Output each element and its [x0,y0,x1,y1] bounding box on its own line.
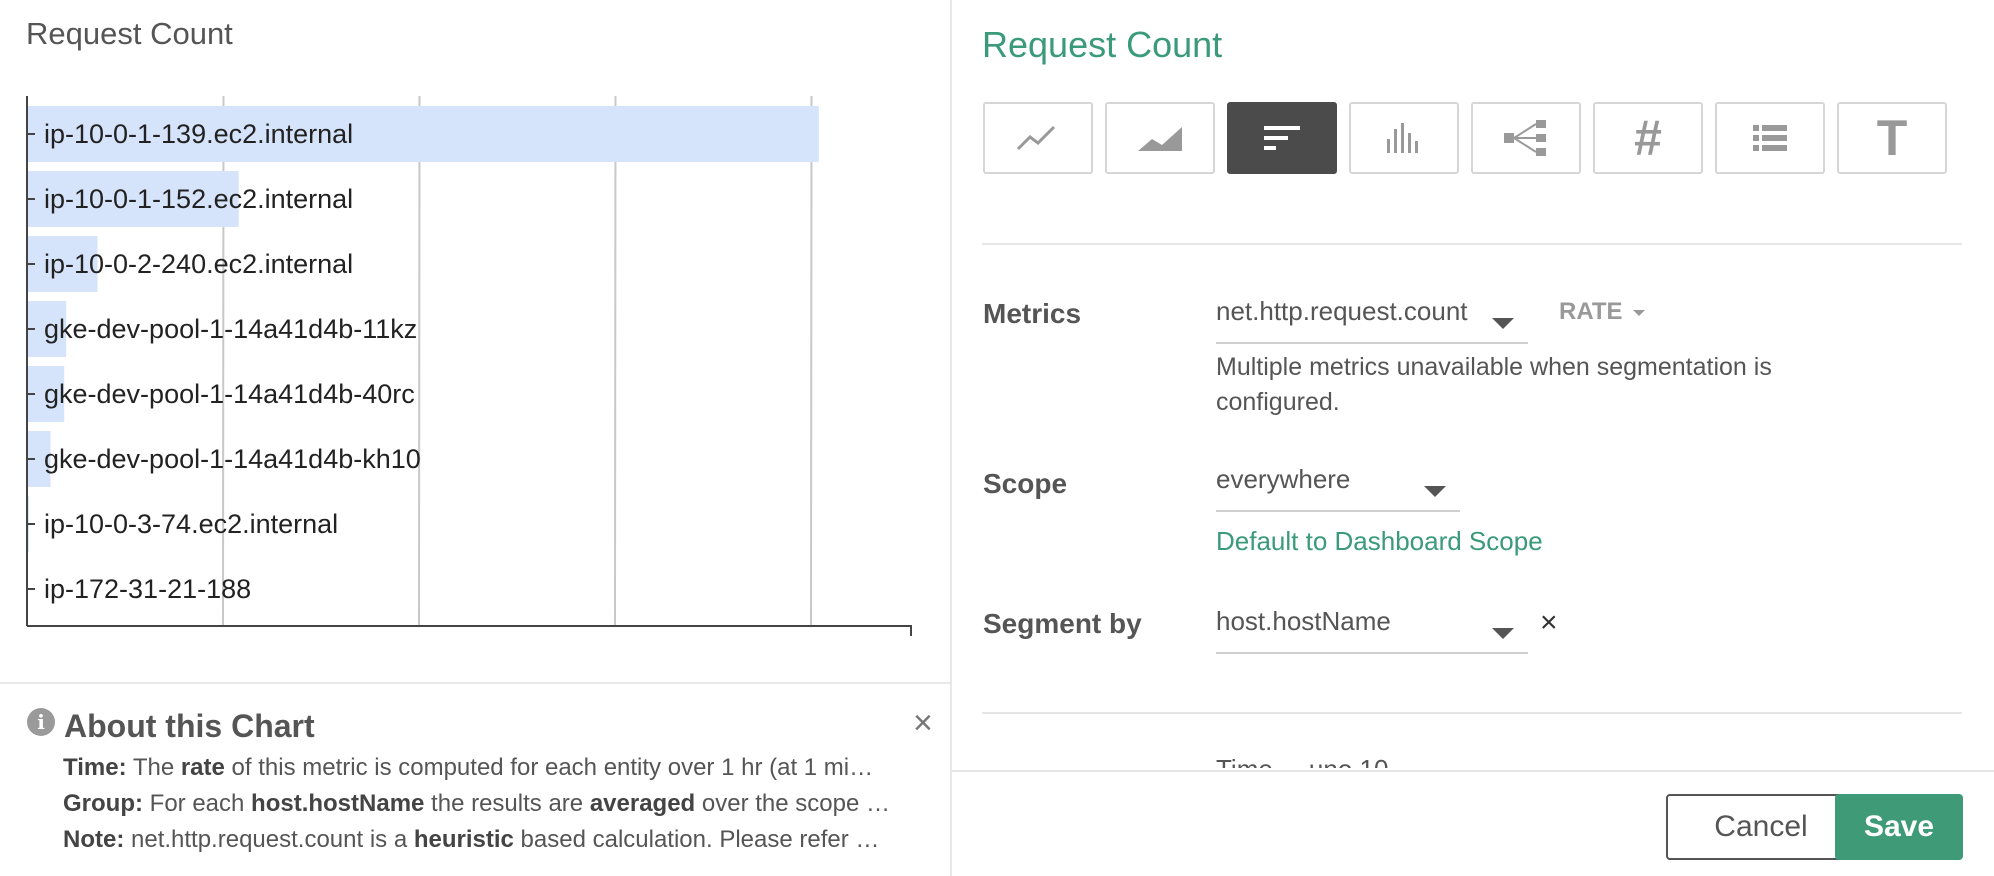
section-divider [982,243,1962,245]
line-chart-icon [1016,125,1056,151]
area-chart-button[interactable] [1105,102,1215,174]
category-label: ip-172-31-21-188 [44,574,251,604]
about-line: Group: For each host.hostName the result… [63,790,923,818]
number-icon: # [1634,110,1662,166]
about-line-label: Note: [63,826,125,853]
category-label: ip-10-0-3-74.ec2.internal [44,509,338,539]
category-label: gke-dev-pool-1-14a41d4b-11kz [44,314,417,344]
grid-line [614,95,617,627]
chevron-down-icon [1492,628,1514,639]
about-text: of this metric is computed for each enti… [224,754,874,781]
histogram-button[interactable] [1349,102,1459,174]
metric-select-value: net.http.request.count [1216,296,1468,326]
editor-footer: Cancel Save [952,770,1994,876]
chevron-down-icon [1424,486,1446,497]
segment-label: Segment by [983,608,1142,639]
editor-title: Request Count [982,24,1223,65]
chevron-down-icon [1632,309,1645,316]
metrics-label: Metrics [983,298,1082,329]
text-button[interactable]: T [1837,102,1947,174]
about-title: About this Chart [64,708,315,744]
area-chart-icon [1138,127,1182,151]
aggregation-select[interactable]: RATE [1559,298,1645,326]
chart-editor-panel: Request Count # T Metrics net.http.reque… [952,0,1994,876]
save-button[interactable]: Save [1835,794,1963,860]
grid-line [418,95,421,627]
clipped-field-text: Time ... uno 10 [1216,754,1388,768]
number-button[interactable]: # [1593,102,1703,174]
toplist-button[interactable] [1227,102,1337,174]
about-keyword: averaged [589,790,696,817]
default-scope-link[interactable]: Default to Dashboard Scope [1216,526,1543,557]
chart-title: Request Count [26,16,233,51]
segment-select[interactable]: host.hostName [1216,606,1528,654]
category-label: ip-10-0-1-139.ec2.internal [44,119,353,149]
info-icon: i [27,708,55,736]
table-button[interactable] [1715,102,1825,174]
category-label: ip-10-0-2-240.ec2.internal [44,249,353,279]
text-icon: T [1876,110,1908,166]
aggregation-value: RATE [1559,298,1623,325]
about-text: the results are [424,790,590,817]
cancel-button[interactable]: Cancel [1666,794,1856,860]
grid-line [810,95,813,627]
about-line-label: Time: [63,754,127,781]
about-line: Time: The rate of this metric is compute… [63,754,923,782]
about-keyword: heuristic [413,826,514,853]
about-text: For each [142,790,252,817]
about-text: The [126,754,181,781]
category-label: ip-10-0-1-152.ec2.internal [44,184,353,214]
segment-select-value: host.hostName [1216,606,1391,636]
clear-segment-icon[interactable]: × [1540,608,1558,638]
about-text: based calculation. Please refer … [513,826,880,853]
bar-chart: ip-10-0-1-139.ec2.internal ip-10-0-1-152.… [26,95,912,636]
about-keyword: host.hostName [251,790,425,817]
metrics-note: Multiple metrics unavailable when segmen… [1216,353,1772,416]
table-icon [1753,125,1787,151]
chevron-down-icon [1492,318,1514,329]
section-divider [982,712,1962,714]
category-label: gke-dev-pool-1-14a41d4b-40rc [44,379,415,409]
category-label: gke-dev-pool-1-14a41d4b-kh10 [44,444,421,474]
line-chart-button[interactable] [983,102,1093,174]
about-text: net.http.request.count is a [124,826,414,853]
chart-preview-panel: Request Count ip-10-0-1-139.ec2.internal… [0,0,950,876]
scope-label: Scope [983,468,1068,499]
about-keyword: rate [180,754,225,781]
histogram-icon [1387,123,1418,153]
scope-select[interactable]: everywhere [1216,464,1460,512]
about-text: over the scope … [695,790,890,817]
close-icon[interactable]: × [913,706,933,740]
about-chart-section: i About this Chart × Time: The rate of t… [0,682,950,876]
toplist-icon [1264,126,1300,150]
scope-select-value: everywhere [1216,464,1351,494]
about-line: Note: net.http.request.count is a heuris… [63,826,923,854]
about-line-label: Group: [63,790,143,817]
metric-select[interactable]: net.http.request.count [1216,296,1528,344]
topology-icon [1504,120,1546,156]
topology-button[interactable] [1471,102,1581,174]
